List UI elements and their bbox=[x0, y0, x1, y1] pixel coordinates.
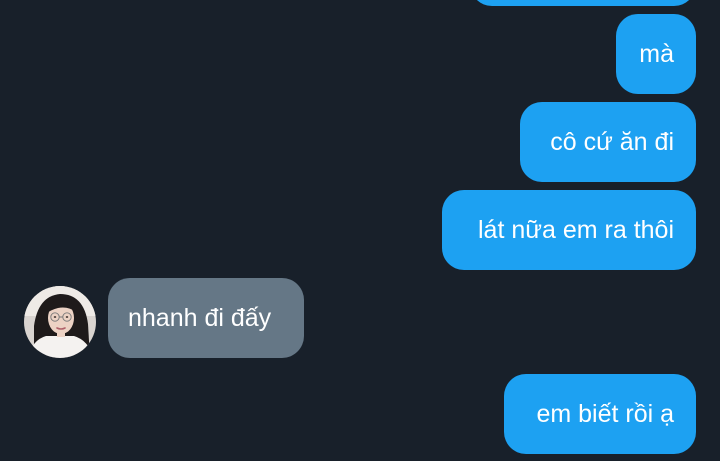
outgoing-message-bubble[interactable]: cô cứ ăn đi bbox=[520, 102, 696, 182]
outgoing-message-bubble[interactable]: em biết rồi ạ bbox=[504, 374, 696, 454]
message-text: mà bbox=[639, 39, 674, 68]
message-text: nhanh đi đấy bbox=[128, 303, 272, 332]
outgoing-message-bubble[interactable]: mà bbox=[616, 14, 696, 94]
incoming-message-bubble[interactable]: nhanh đi đấy bbox=[108, 278, 304, 358]
message-text: lát nữa em ra thôi bbox=[478, 215, 674, 244]
avatar[interactable] bbox=[24, 286, 96, 358]
outgoing-message-bubble[interactable]: lát nữa em ra thôi bbox=[442, 190, 696, 270]
avatar-photo bbox=[24, 286, 96, 358]
outgoing-message-bubble[interactable] bbox=[470, 0, 696, 6]
message-text: cô cứ ăn đi bbox=[550, 127, 674, 156]
message-text: em biết rồi ạ bbox=[536, 399, 674, 428]
